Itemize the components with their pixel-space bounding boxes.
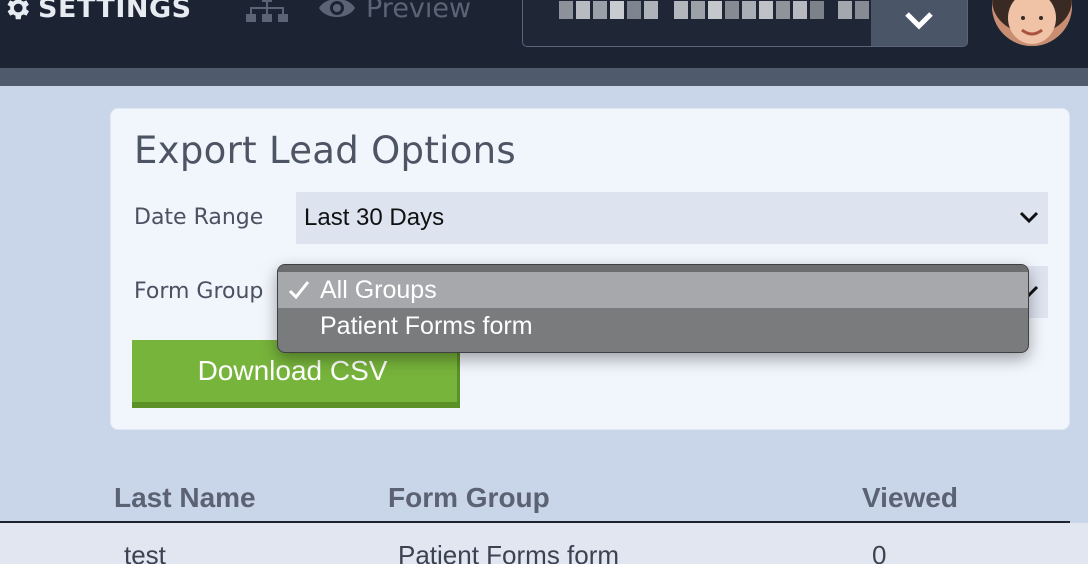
- eye-icon: [319, 0, 355, 17]
- cell-form-group: Patient Forms form: [398, 540, 620, 564]
- avatar-photo: [992, 0, 1072, 46]
- sitemap-nav-link[interactable]: [246, 0, 288, 28]
- column-header-last-name[interactable]: Last Name: [114, 482, 256, 514]
- cell-viewed: 0: [872, 540, 887, 564]
- date-range-select[interactable]: Last 30 Days: [296, 192, 1048, 244]
- column-header-form-group[interactable]: Form Group: [388, 482, 550, 514]
- date-range-value: Last 30 Days: [304, 204, 445, 231]
- account-name-redacted: [559, 1, 869, 19]
- dropdown-option-patient-forms[interactable]: Patient Forms form: [278, 308, 1028, 344]
- settings-nav-link[interactable]: SETTINGS: [2, 0, 192, 26]
- chevron-down-icon: [905, 11, 933, 30]
- page-title: Export Lead Options: [134, 129, 516, 172]
- account-dropdown-button[interactable]: [871, 0, 967, 46]
- dropdown-option-label: All Groups: [320, 275, 437, 304]
- gear-icon: [7, 0, 29, 20]
- chevron-down-icon: [1019, 211, 1039, 224]
- dropdown-option-label: Patient Forms form: [320, 311, 533, 340]
- checkmark-icon: [288, 281, 310, 300]
- form-group-dropdown-menu: All Groups Patient Forms form: [277, 264, 1029, 353]
- settings-label: SETTINGS: [38, 0, 192, 24]
- preview-label: Preview: [366, 0, 472, 24]
- dropdown-edge: [278, 265, 1028, 272]
- dropdown-option-all-groups[interactable]: All Groups: [278, 272, 1028, 308]
- form-group-label: Form Group: [134, 279, 264, 304]
- preview-nav-link[interactable]: Preview: [318, 0, 471, 26]
- column-header-viewed[interactable]: Viewed: [862, 482, 958, 514]
- user-avatar[interactable]: [992, 0, 1072, 46]
- top-nav-bar: SETTINGS Preview: [0, 0, 1088, 68]
- account-selector[interactable]: [522, 0, 968, 47]
- date-range-label: Date Range: [134, 205, 264, 230]
- nav-divider-strip: [0, 68, 1088, 86]
- sitemap-icon: [246, 0, 288, 22]
- cell-last-name: test: [124, 540, 166, 564]
